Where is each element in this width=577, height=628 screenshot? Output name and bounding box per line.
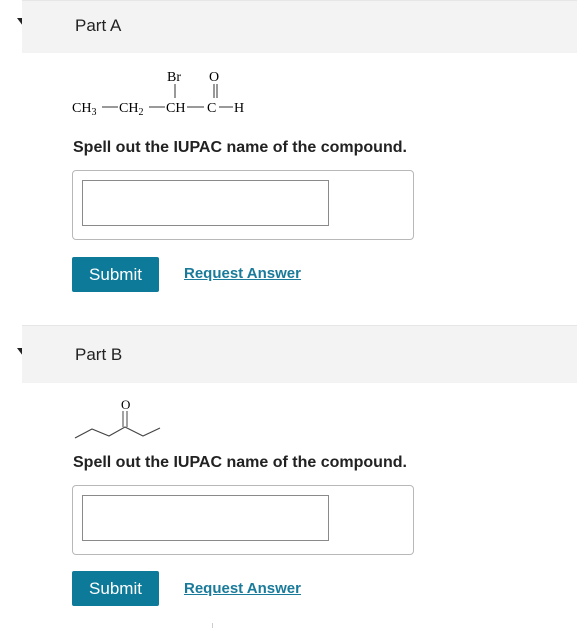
part-a-answer-input[interactable]	[82, 180, 329, 226]
part-a-header[interactable]: Part A	[22, 0, 577, 53]
part-a-structure: Br O CH3 CH2 CH C H	[72, 70, 244, 118]
part-b-title: Part B	[75, 345, 123, 364]
bottom-divider-mark	[212, 623, 213, 628]
bromine-label: Br	[167, 70, 181, 85]
part-b-submit-button[interactable]: Submit	[72, 571, 159, 606]
part-b-structure: O	[74, 397, 161, 439]
part-b-request-answer-link[interactable]: Request Answer	[184, 580, 301, 597]
part-a-answer-box	[72, 170, 414, 240]
ch3-label: CH3	[72, 101, 96, 118]
part-a-title: Part A	[75, 16, 122, 35]
oxygen-label: O	[209, 70, 219, 85]
part-b-header[interactable]: Part B	[22, 325, 577, 383]
part-b-answer-box	[72, 485, 414, 555]
part-a-prompt: Spell out the IUPAC name of the compound…	[73, 139, 407, 156]
part-b-answer-input[interactable]	[82, 495, 329, 541]
oxygen-label: O	[121, 397, 130, 412]
carbonyl-c-label: C	[207, 101, 216, 116]
carbon-skeleton	[74, 426, 161, 439]
part-a-request-answer-link[interactable]: Request Answer	[184, 265, 301, 282]
part-b-prompt: Spell out the IUPAC name of the compound…	[73, 454, 407, 471]
part-a-submit-button[interactable]: Submit	[72, 257, 159, 292]
h-label: H	[234, 101, 244, 116]
ch-label: CH	[166, 101, 185, 116]
ch2-label: CH2	[119, 101, 143, 118]
